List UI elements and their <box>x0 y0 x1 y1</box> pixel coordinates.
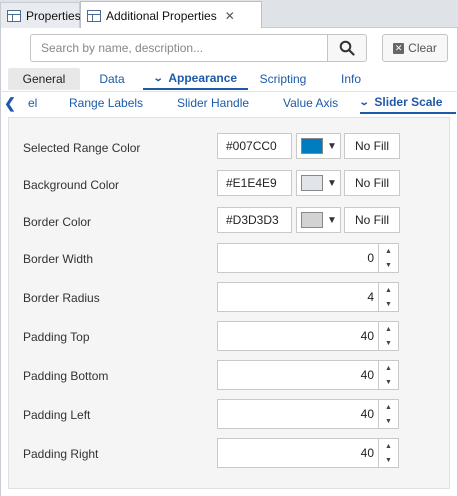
properties-view-icon <box>7 9 21 22</box>
close-icon[interactable]: ✕ <box>225 9 235 23</box>
color-swatch <box>301 175 323 191</box>
border-color-label: Border Color <box>23 215 92 229</box>
tab-properties[interactable]: Properties <box>0 2 81 28</box>
spin-up-icon[interactable]: ▲ <box>379 244 398 258</box>
border-no-fill-button[interactable]: No Fill <box>344 207 400 233</box>
chevron-down-icon: ⌄ <box>152 72 164 84</box>
tab-additional-properties-label: Additional Properties <box>106 8 217 23</box>
clear-icon: ✕ <box>393 42 405 54</box>
padding-right-label: Padding Right <box>23 447 99 461</box>
tab-scripting[interactable]: Scripting <box>254 68 312 90</box>
selected-range-no-fill-button[interactable]: No Fill <box>344 133 400 159</box>
chevron-left-icon[interactable]: ❮ <box>3 94 17 112</box>
view-tab-bar: Properties Additional Properties ✕ <box>0 0 458 29</box>
padding-left-input[interactable]: 40 <box>217 399 379 429</box>
padding-bottom-stepper[interactable]: ▲ ▼ <box>379 360 399 390</box>
border-color-field[interactable]: #D3D3D3 <box>217 207 292 233</box>
main-tab-bar: General Data ⌄ Appearance Scripting Info <box>8 68 450 90</box>
tab-data[interactable]: Data <box>92 68 132 90</box>
search-box <box>30 34 328 62</box>
subtab-range-labels[interactable]: Range Labels <box>69 92 143 114</box>
chevron-down-icon: ⌄ <box>358 96 370 108</box>
padding-left-label: Padding Left <box>23 408 91 422</box>
search-button[interactable] <box>327 34 367 62</box>
border-width-input[interactable]: 0 <box>217 243 379 273</box>
padding-top-stepper[interactable]: ▲ ▼ <box>379 321 399 351</box>
tab-info[interactable]: Info <box>336 68 366 90</box>
spin-up-icon[interactable]: ▲ <box>379 283 398 297</box>
spin-up-icon[interactable]: ▲ <box>379 439 398 453</box>
border-radius-label: Border Radius <box>23 291 100 305</box>
tab-appearance[interactable]: ⌄ Appearance <box>143 68 248 90</box>
spin-up-icon[interactable]: ▲ <box>379 400 398 414</box>
dropdown-arrow-icon: ▼ <box>327 214 337 226</box>
dropdown-arrow-icon: ▼ <box>327 177 337 189</box>
color-swatch <box>301 138 323 154</box>
padding-right-input[interactable]: 40 <box>217 438 379 468</box>
subtab-slider-scale[interactable]: ⌄ Slider Scale <box>358 92 456 114</box>
dropdown-arrow-icon: ▼ <box>327 140 337 152</box>
spin-up-icon[interactable]: ▲ <box>379 361 398 375</box>
background-color-label: Background Color <box>23 178 120 192</box>
spin-up-icon[interactable]: ▲ <box>379 322 398 336</box>
subtab-slider-handle[interactable]: Slider Handle <box>177 92 249 114</box>
border-width-label: Border Width <box>23 252 94 266</box>
border-radius-stepper[interactable]: ▲ ▼ <box>379 282 399 312</box>
spin-down-icon[interactable]: ▼ <box>379 453 398 467</box>
padding-top-input[interactable]: 40 <box>217 321 379 351</box>
subtab-value-axis[interactable]: Value Axis <box>283 92 338 114</box>
background-no-fill-button[interactable]: No Fill <box>344 170 400 196</box>
border-radius-input[interactable]: 4 <box>217 282 379 312</box>
subtab-slider-scale-label: Slider Scale <box>374 95 443 109</box>
selected-range-color-picker[interactable]: ▼ <box>296 133 341 159</box>
search-input[interactable] <box>31 35 327 61</box>
border-color-picker[interactable]: ▼ <box>296 207 341 233</box>
selected-range-color-label: Selected Range Color <box>23 141 141 155</box>
background-color-field[interactable]: #E1E4E9 <box>217 170 292 196</box>
spin-down-icon[interactable]: ▼ <box>379 375 398 389</box>
sub-tab-bar: ❮ el Range Labels Slider Handle Value Ax… <box>0 91 458 114</box>
clear-button[interactable]: ✕ Clear <box>382 34 448 62</box>
tab-general[interactable]: General <box>8 68 80 90</box>
background-color-picker[interactable]: ▼ <box>296 170 341 196</box>
padding-bottom-input[interactable]: 40 <box>217 360 379 390</box>
padding-top-label: Padding Top <box>23 330 90 344</box>
spin-down-icon[interactable]: ▼ <box>379 414 398 428</box>
spin-down-icon[interactable]: ▼ <box>379 336 398 350</box>
color-swatch <box>301 212 323 228</box>
tab-additional-properties[interactable]: Additional Properties ✕ <box>80 1 262 29</box>
clear-button-label: Clear <box>408 41 437 55</box>
tab-appearance-label: Appearance <box>168 71 238 85</box>
border-width-stepper[interactable]: ▲ ▼ <box>379 243 399 273</box>
spin-down-icon[interactable]: ▼ <box>379 258 398 272</box>
tab-properties-label: Properties <box>26 8 81 23</box>
selected-range-color-field[interactable]: #007CC0 <box>217 133 292 159</box>
padding-left-stepper[interactable]: ▲ ▼ <box>379 399 399 429</box>
padding-bottom-label: Padding Bottom <box>23 369 109 383</box>
spin-down-icon[interactable]: ▼ <box>379 297 398 311</box>
subtab-label[interactable]: el <box>28 92 37 114</box>
padding-right-stepper[interactable]: ▲ ▼ <box>379 438 399 468</box>
search-icon <box>339 40 355 56</box>
properties-view-icon <box>87 9 101 22</box>
